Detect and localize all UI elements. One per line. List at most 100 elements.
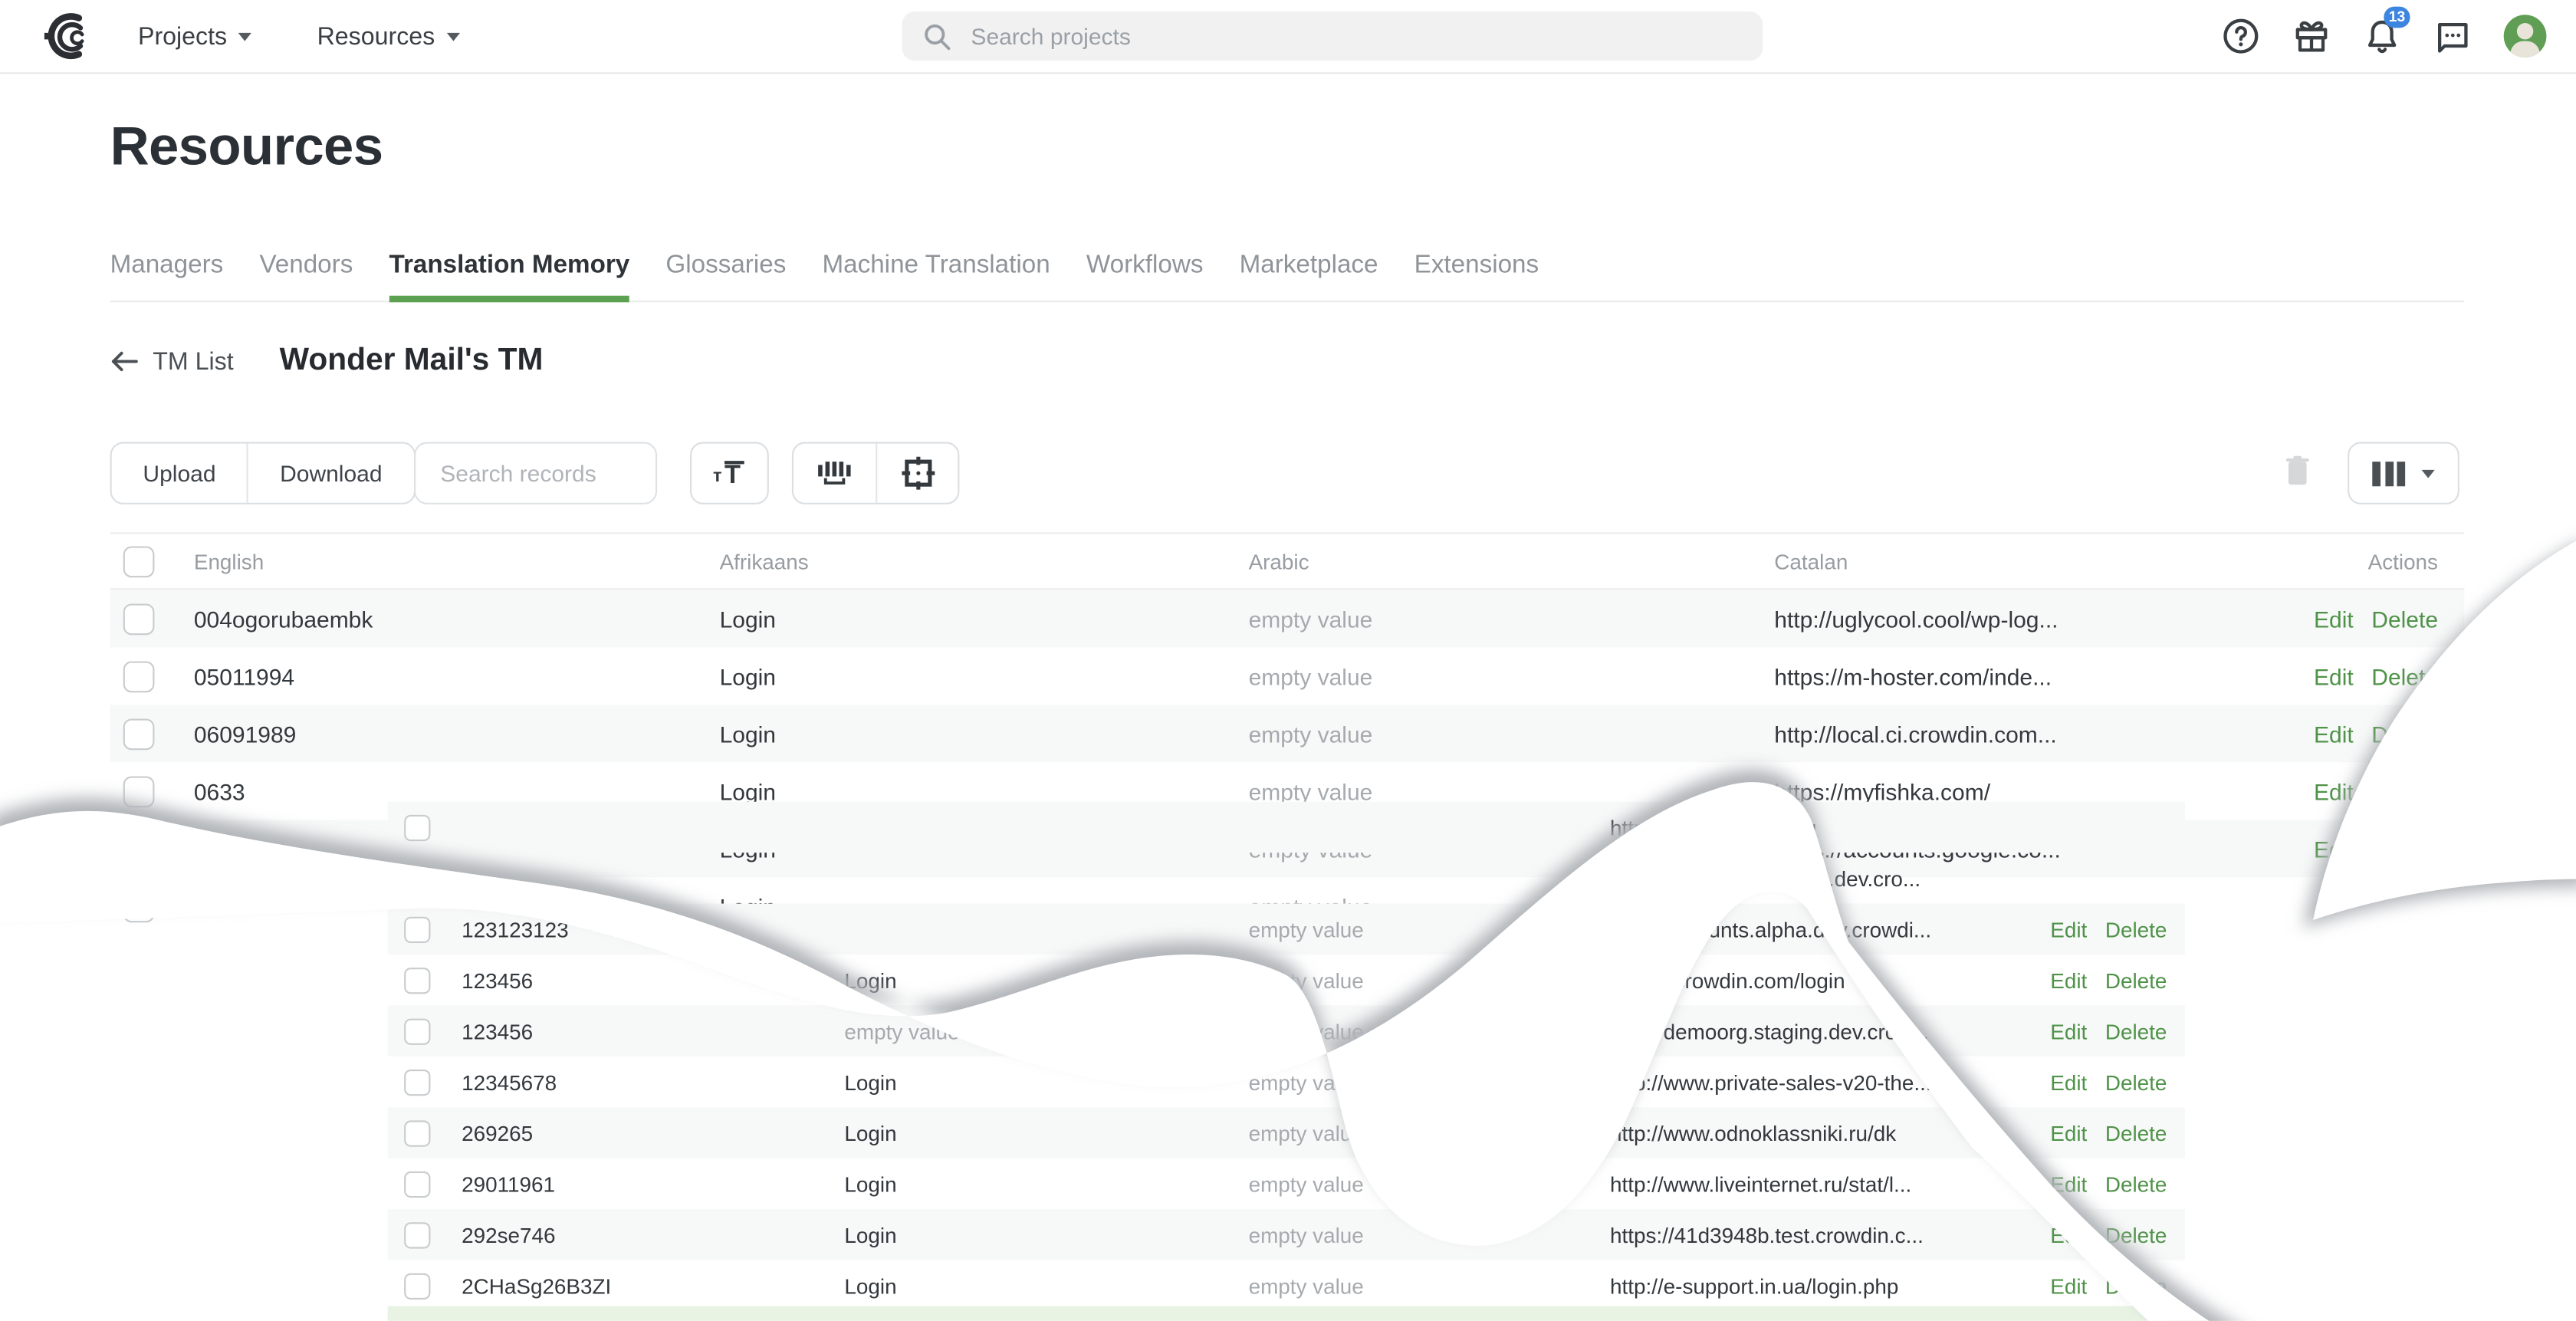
delete-link[interactable]: Delete — [2105, 1171, 2167, 1196]
delete-link[interactable]: Delete — [2105, 1273, 2167, 1298]
tab-vendors[interactable]: Vendors — [259, 232, 353, 301]
cell-catalan: http://uglycool.cool/wp-log... — [1774, 605, 2058, 632]
edit-link[interactable]: Edit — [2314, 836, 2354, 862]
row-checkbox[interactable] — [404, 915, 431, 942]
row-checkbox[interactable] — [123, 603, 155, 635]
cell-afrikaans: Login — [844, 968, 897, 993]
delete-link[interactable]: Delete — [2105, 1070, 2167, 1094]
row-checkbox[interactable] — [123, 660, 155, 692]
table-row: 29011961 Login empty value http://www.li… — [388, 1158, 2185, 1209]
row-checkbox[interactable] — [123, 775, 155, 807]
edit-link[interactable]: Edit — [2050, 968, 2087, 992]
search-records-input[interactable] — [437, 458, 641, 488]
cell-catalan: https://m-hoster.com/inde... — [1774, 662, 2052, 689]
tab-workflows[interactable]: Workflows — [1086, 232, 1204, 301]
delete-link[interactable]: Delete — [2371, 663, 2438, 689]
edit-link[interactable]: Edit — [2314, 721, 2354, 747]
edit-link[interactable]: Edit — [2314, 778, 2354, 804]
upload-button[interactable]: Upload — [112, 444, 248, 503]
delete-link[interactable]: Delete — [2105, 917, 2167, 941]
cell-afrikaans: Login — [844, 1171, 897, 1197]
tab-machine-translation[interactable]: Machine Translation — [822, 232, 1050, 301]
row-checkbox[interactable] — [404, 967, 431, 994]
row-checkbox[interactable] — [123, 833, 155, 865]
tm-toolbar: Upload Download т T — [110, 442, 2465, 504]
edit-link[interactable]: Edit — [2050, 1273, 2087, 1298]
help-button[interactable] — [2221, 16, 2260, 55]
row-checkbox[interactable] — [404, 1017, 431, 1044]
download-button[interactable]: Download — [247, 443, 413, 503]
back-link-label: TM List — [153, 347, 234, 376]
crowdin-logo-icon[interactable] — [43, 12, 92, 61]
cell-afrikaans: Login — [719, 720, 776, 747]
delete-selected-button[interactable] — [2285, 455, 2310, 495]
edit-link[interactable]: Edit — [2050, 917, 2087, 941]
edit-link[interactable]: Edit — [2050, 1120, 2087, 1145]
cell-afrikaans: Login — [844, 1120, 897, 1145]
cell-arabic: empty value — [1248, 605, 1373, 632]
case-filter-button[interactable]: т T — [690, 442, 769, 504]
back-to-tm-list-link[interactable]: TM List — [110, 347, 234, 376]
nav-projects-menu[interactable]: Projects — [138, 0, 252, 72]
global-search-input[interactable] — [968, 21, 1664, 51]
cell-afrikaans: empty value — [844, 1018, 960, 1043]
delete-link[interactable]: Delete — [2371, 836, 2438, 862]
tab-glossaries[interactable]: Glossaries — [665, 232, 786, 301]
row-checkbox[interactable] — [404, 1068, 431, 1096]
nav-resources-menu[interactable]: Resources — [317, 0, 460, 72]
table-header-row: English Afrikaans Arabic Catalan Actions — [110, 532, 2465, 590]
table-row: 269265 Login empty value http://www.odno… — [387, 1107, 2186, 1158]
columns-visibility-button[interactable] — [2349, 444, 2457, 503]
cell-catalan: http://mdwork.mykhailo.dev.cro... — [1610, 866, 1921, 891]
cell-catalan: https://41d3948b.test.crowdin.c... — [1610, 1222, 1924, 1247]
edit-link[interactable]: Edit — [2314, 606, 2354, 632]
barcode-view-icon — [818, 462, 851, 485]
case-filter-icon: т T — [713, 460, 744, 488]
crosshair-frame-button[interactable] — [876, 443, 958, 503]
column-header-english[interactable]: English — [194, 549, 264, 573]
edit-link[interactable]: Edit — [2314, 663, 2354, 689]
delete-link[interactable]: Delete — [2105, 1222, 2167, 1247]
messages-button[interactable] — [2433, 16, 2472, 55]
cell-arabic: empty value — [1248, 1171, 1364, 1197]
delete-link[interactable]: Delete — [2105, 1120, 2167, 1145]
cell-english: 06091989 — [193, 720, 297, 747]
row-checkbox[interactable] — [404, 1170, 431, 1198]
barcode-view-button[interactable] — [794, 444, 876, 503]
delete-link[interactable]: Delete — [2371, 778, 2438, 804]
delete-link[interactable]: Delete — [2105, 968, 2167, 992]
column-header-catalan[interactable]: Catalan — [1774, 549, 1848, 573]
delete-link[interactable]: Delete — [2105, 1019, 2167, 1043]
row-checkbox[interactable] — [404, 1221, 431, 1248]
select-all-checkbox[interactable] — [123, 545, 155, 577]
tab-marketplace[interactable]: Marketplace — [1240, 232, 1378, 301]
delete-link[interactable]: Delete — [2371, 721, 2438, 747]
table-row: 06091989 Login empty value http://local.… — [110, 705, 2465, 763]
table-row: 05011994 Login empty value https://m-hos… — [110, 647, 2465, 705]
cell-arabic: empty value — [1248, 916, 1364, 941]
column-header-arabic[interactable]: Arabic — [1249, 549, 1309, 573]
edit-link[interactable]: Edit — [2050, 1070, 2087, 1094]
search-records-field[interactable] — [414, 442, 658, 504]
row-checkbox[interactable] — [404, 1119, 431, 1146]
notifications-button[interactable]: 13 — [2362, 6, 2410, 55]
column-header-afrikaans[interactable]: Afrikaans — [720, 549, 809, 573]
tab-managers[interactable]: Managers — [110, 232, 224, 301]
edit-link[interactable]: Edit — [2050, 1171, 2087, 1196]
edit-link[interactable]: Edit — [2050, 1222, 2087, 1247]
row-checkbox[interactable] — [123, 890, 155, 922]
delete-link[interactable]: Delete — [2371, 606, 2438, 632]
cell-arabic: empty value — [1248, 777, 1373, 804]
edit-link[interactable]: Edit — [2050, 1019, 2087, 1043]
tab-extensions[interactable]: Extensions — [1414, 232, 1539, 301]
tab-translation-memory[interactable]: Translation Memory — [389, 232, 631, 303]
avatar[interactable] — [2503, 15, 2547, 58]
row-checkbox[interactable] — [404, 1272, 431, 1299]
row-checkbox[interactable] — [404, 865, 431, 892]
global-search[interactable] — [902, 12, 1763, 61]
whats-new-button[interactable] — [2292, 16, 2331, 55]
row-checkbox[interactable] — [123, 718, 155, 750]
cell-arabic: empty value — [1248, 1070, 1364, 1095]
columns-icon — [2372, 461, 2406, 486]
row-checkbox[interactable] — [404, 813, 431, 841]
